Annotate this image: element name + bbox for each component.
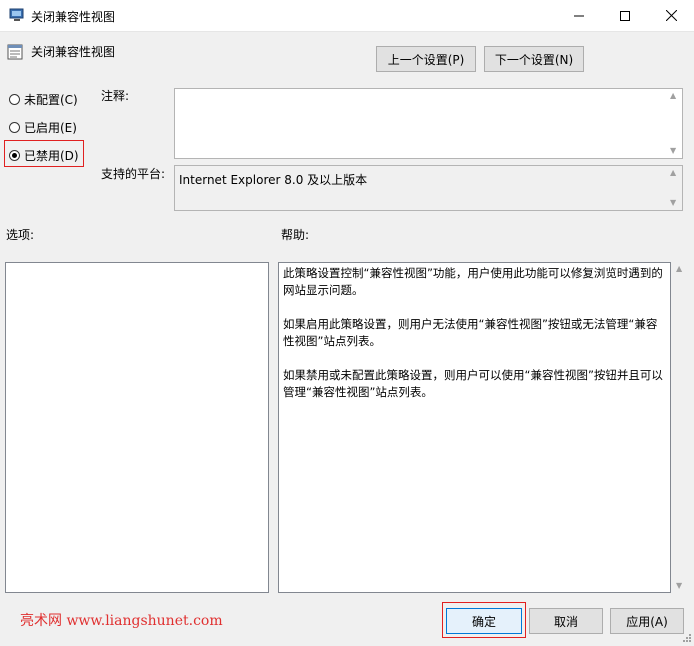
scroll-down-icon[interactable]: ▼ xyxy=(670,146,676,156)
maximize-icon xyxy=(620,10,630,21)
policy-setting-icon xyxy=(7,44,23,60)
help-scrollbar[interactable]: ▲ ▼ xyxy=(673,262,688,593)
help-text: 此策略设置控制“兼容性视图”功能，用户使用此功能可以修复浏览时遇到的网站显示问题… xyxy=(283,265,667,418)
radio-label: 未配置(C) xyxy=(24,93,78,107)
scroll-down-icon[interactable]: ▼ xyxy=(676,581,682,591)
help-paragraph: 如果禁用或未配置此策略设置，则用户可以使用“兼容性视图”按钮并且可以管理“兼容性… xyxy=(283,368,663,399)
help-label: 帮助: xyxy=(281,228,310,242)
comment-scrollbar[interactable]: ▲ ▼ xyxy=(667,89,682,158)
scroll-up-icon[interactable]: ▲ xyxy=(676,264,682,274)
scroll-up-icon[interactable]: ▲ xyxy=(670,91,676,101)
scroll-up-icon[interactable]: ▲ xyxy=(670,168,676,178)
help-panel: 此策略设置控制“兼容性视图”功能，用户使用此功能可以修复浏览时遇到的网站显示问题… xyxy=(278,262,671,593)
scroll-down-icon[interactable]: ▼ xyxy=(670,198,676,208)
comment-label: 注释: xyxy=(101,89,130,103)
minimize-button[interactable] xyxy=(556,0,602,31)
apply-button[interactable]: 应用(A) xyxy=(610,608,684,634)
radio-circle xyxy=(9,94,20,105)
close-icon xyxy=(665,10,677,21)
close-button[interactable] xyxy=(648,0,694,31)
resize-grip-icon[interactable] xyxy=(680,631,692,643)
maximize-button[interactable] xyxy=(602,0,648,31)
help-paragraph: 此策略设置控制“兼容性视图”功能，用户使用此功能可以修复浏览时遇到的网站显示问题… xyxy=(283,266,663,297)
radio-not-configured[interactable]: 未配置(C) xyxy=(9,91,78,108)
options-label: 选项: xyxy=(6,228,35,242)
radio-circle xyxy=(9,122,20,133)
minimize-icon xyxy=(574,15,584,16)
policy-name: 关闭兼容性视图 xyxy=(31,45,116,59)
highlight-box xyxy=(4,140,84,167)
watermark-text: 亮术网 www.liangshunet.com xyxy=(20,613,223,629)
next-setting-button[interactable]: 下一个设置(N) xyxy=(484,46,584,72)
previous-setting-button[interactable]: 上一个设置(P) xyxy=(376,46,476,72)
platform-value: Internet Explorer 8.0 及以上版本 xyxy=(179,173,368,187)
window-title: 关闭兼容性视图 xyxy=(31,10,116,24)
platform-label: 支持的平台: xyxy=(101,167,166,181)
comment-textarea[interactable]: ▲ ▼ xyxy=(174,88,683,159)
platform-scrollbar[interactable]: ▲ ▼ xyxy=(667,166,682,210)
radio-label: 已启用(E) xyxy=(24,121,77,135)
options-panel xyxy=(5,262,269,593)
policy-window-icon xyxy=(9,8,25,22)
radio-enabled[interactable]: 已启用(E) xyxy=(9,119,77,136)
ok-button[interactable]: 确定 xyxy=(446,608,522,634)
cancel-button[interactable]: 取消 xyxy=(529,608,603,634)
help-paragraph: 如果启用此策略设置，则用户无法使用“兼容性视图”按钮或无法管理“兼容性视图”站点… xyxy=(283,317,658,348)
